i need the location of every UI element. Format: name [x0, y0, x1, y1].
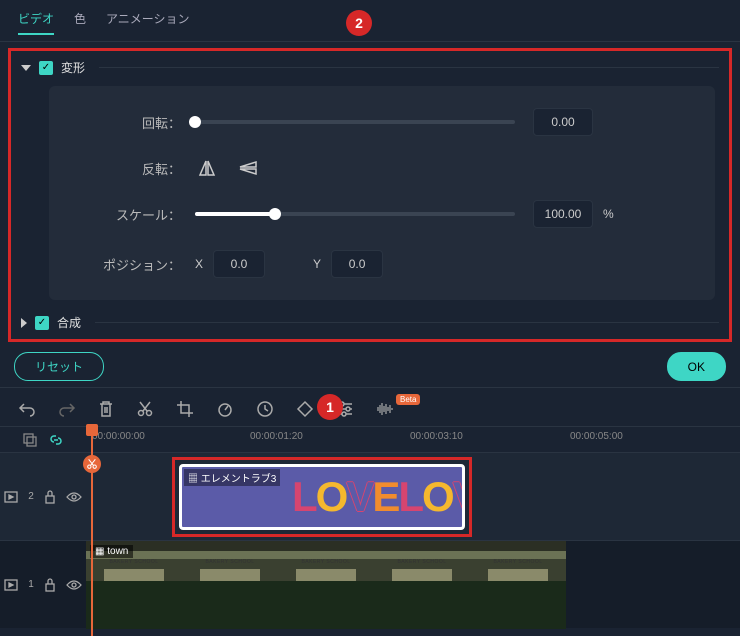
compositing-enable-checkbox[interactable]: ✓ — [35, 316, 49, 330]
lock-icon[interactable] — [44, 578, 56, 592]
lock-icon[interactable] — [44, 490, 56, 504]
visibility-icon[interactable] — [66, 491, 82, 503]
flip-vertical-icon[interactable] — [237, 158, 261, 178]
timeline-ruler-row: 00:00:00:00 00:00:01:20 00:00:03:10 00:0… — [0, 426, 740, 452]
delete-icon[interactable] — [98, 400, 114, 418]
tab-animation[interactable]: アニメーション — [106, 10, 190, 35]
element-clip-highlight: ▦ エレメントラブ3 LOVELOV — [172, 457, 472, 537]
redo-icon[interactable] — [58, 401, 76, 417]
rotation-slider[interactable] — [195, 120, 515, 124]
crop-icon[interactable] — [176, 400, 194, 418]
beta-badge: Beta — [396, 394, 420, 405]
element-clip[interactable]: ▦ エレメントラブ3 LOVELOV — [179, 464, 465, 530]
timeline-tracks: 2 ▦ エレメントラブ3 LOVELOV 1 ▦ town — [0, 452, 740, 628]
ruler-tick: 00:00:01:20 — [250, 431, 303, 442]
video-clip[interactable]: ▦ town — [86, 541, 566, 629]
position-y-value[interactable]: 0.0 — [331, 250, 383, 278]
position-y-label: Y — [313, 257, 321, 271]
ruler-tick: 00:00:03:10 — [410, 431, 463, 442]
scale-unit: % — [603, 207, 614, 221]
audio-icon[interactable] — [376, 401, 396, 417]
section-compositing-header[interactable]: ✓ 合成 — [21, 314, 719, 331]
track-video-icon — [4, 491, 18, 503]
annotation-2: 2 — [346, 10, 372, 36]
reset-button[interactable]: リセット — [14, 352, 104, 381]
timeline-ruler[interactable]: 00:00:00:00 00:00:01:20 00:00:03:10 00:0… — [86, 427, 740, 452]
scale-slider[interactable] — [195, 212, 515, 216]
track-number: 2 — [28, 491, 34, 502]
link-icon[interactable] — [48, 432, 64, 448]
ruler-tick: 00:00:05:00 — [570, 431, 623, 442]
playhead-handle[interactable] — [86, 424, 98, 436]
section-transform-header[interactable]: ✓ 変形 — [21, 59, 719, 76]
disclosure-closed-icon[interactable] — [21, 318, 27, 328]
flip-horizontal-icon[interactable] — [195, 158, 219, 178]
tab-color[interactable]: 色 — [74, 10, 86, 35]
flip-label: 反転： — [75, 159, 195, 178]
divider — [99, 67, 719, 68]
transform-properties: 回転： 0.00 反転： スケール： 100.00 % — [49, 86, 715, 300]
clip-thumbnail: LOVELOV — [292, 473, 465, 521]
position-label: ポジション： — [75, 255, 195, 274]
playhead-split-icon[interactable] — [83, 455, 101, 473]
tab-video[interactable]: ビデオ — [18, 10, 54, 35]
track-video-icon — [4, 579, 18, 591]
track-element: 2 ▦ エレメントラブ3 LOVELOV — [0, 452, 740, 540]
scale-value[interactable]: 100.00 — [533, 200, 593, 228]
speed-icon[interactable] — [216, 400, 234, 418]
properties-panel: ✓ 変形 回転： 0.00 反転： スケール： — [8, 48, 732, 342]
undo-icon[interactable] — [18, 401, 36, 417]
keyframe-icon[interactable] — [296, 400, 314, 418]
position-x-value[interactable]: 0.0 — [213, 250, 265, 278]
section-compositing-label: 合成 — [57, 314, 81, 331]
track-number: 1 — [28, 579, 34, 590]
visibility-icon[interactable] — [66, 579, 82, 591]
divider — [95, 322, 719, 323]
rotation-label: 回転： — [75, 113, 195, 132]
ruler-tick: 00:00:00:00 — [92, 431, 145, 442]
section-transform-label: 変形 — [61, 59, 85, 76]
position-x-label: X — [195, 257, 203, 271]
track-body[interactable]: ▦ town — [86, 541, 740, 628]
ok-button[interactable]: OK — [667, 352, 726, 381]
annotation-1: 1 — [317, 394, 343, 420]
duration-icon[interactable] — [256, 400, 274, 418]
timeline-toolbar: Beta — [0, 387, 740, 426]
rotation-value[interactable]: 0.00 — [533, 108, 593, 136]
scale-label: スケール： — [75, 205, 195, 224]
cut-icon[interactable] — [136, 400, 154, 418]
disclosure-open-icon[interactable] — [21, 65, 31, 71]
track-video: 1 ▦ town — [0, 540, 740, 628]
transform-enable-checkbox[interactable]: ✓ — [39, 61, 53, 75]
copy-track-icon[interactable] — [22, 432, 38, 448]
track-body[interactable]: ▦ エレメントラブ3 LOVELOV — [86, 453, 740, 540]
